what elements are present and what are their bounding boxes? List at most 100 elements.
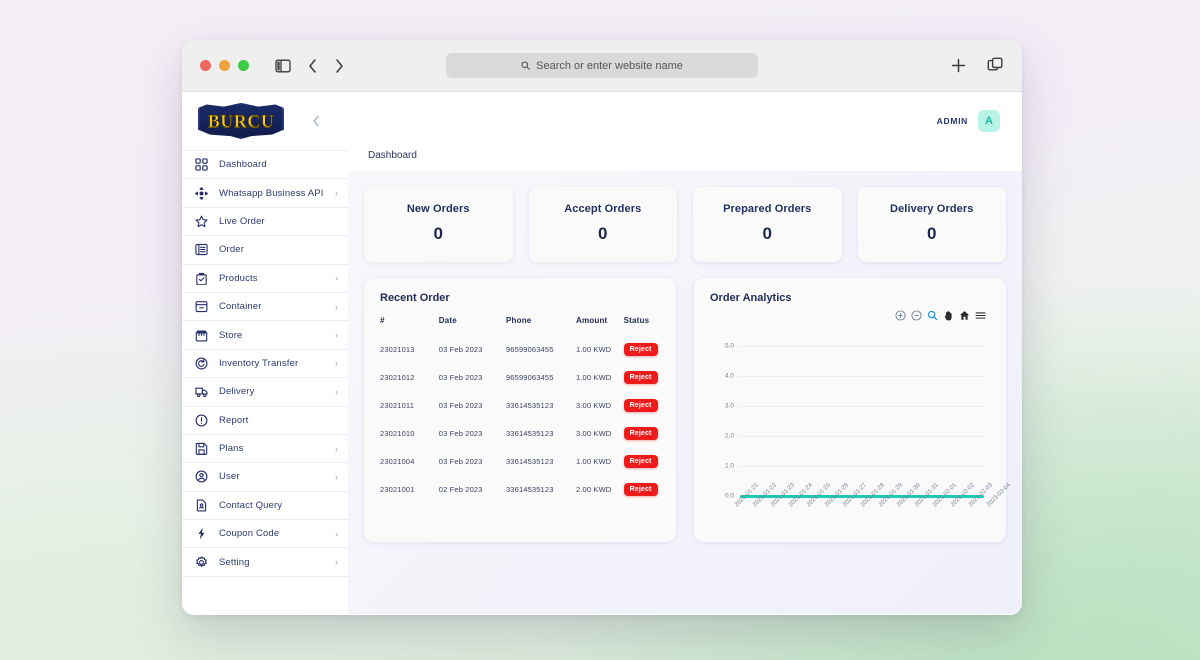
list-box-icon bbox=[194, 242, 209, 257]
sidebar-item-inventory-transfer[interactable]: Inventory Transfer › bbox=[182, 350, 348, 378]
cell-date: 03 Feb 2023 bbox=[439, 391, 506, 419]
refresh-circle-icon bbox=[194, 356, 209, 371]
table-row[interactable]: 23021011 03 Feb 2023 33614535123 3.00 KW… bbox=[380, 391, 660, 419]
stat-card-title: Prepared Orders bbox=[701, 203, 834, 215]
brand-header: BURCU bbox=[182, 92, 348, 150]
y-tick-label: 3.0 bbox=[710, 403, 734, 410]
store-icon bbox=[194, 328, 209, 343]
status-badge[interactable]: Reject bbox=[624, 343, 658, 356]
sidebar-item-contact-query[interactable]: Contact Query bbox=[182, 492, 348, 520]
sidebar-item-setting[interactable]: Setting › bbox=[182, 548, 348, 576]
sidebar-item-dashboard[interactable]: Dashboard bbox=[182, 151, 348, 179]
stat-card-title: New Orders bbox=[372, 203, 505, 215]
forward-button[interactable] bbox=[334, 58, 345, 74]
sidebar-collapse-button[interactable] bbox=[312, 115, 321, 127]
sidebar-item-live-order[interactable]: Live Order bbox=[182, 208, 348, 236]
cell-id: 23021012 bbox=[380, 363, 439, 391]
order-analytics-chart: 5.0 4.0 3.0 2.0 1.0 0.0 bbox=[710, 308, 990, 526]
sidebar-item-label: Products bbox=[219, 273, 325, 284]
y-tick-label: 2.0 bbox=[710, 433, 734, 440]
gear-icon bbox=[194, 555, 209, 570]
stat-card-prepared-orders[interactable]: Prepared Orders 0 bbox=[693, 187, 842, 262]
status-badge[interactable]: Reject bbox=[624, 371, 658, 384]
sidebar-icon[interactable] bbox=[275, 59, 291, 73]
chevron-right-icon: › bbox=[335, 444, 338, 454]
document-icon bbox=[194, 498, 209, 513]
cell-amount: 1.00 KWD bbox=[576, 447, 624, 475]
sidebar-item-user[interactable]: User › bbox=[182, 463, 348, 491]
back-button[interactable] bbox=[307, 58, 318, 74]
sidebar-item-label: Plans bbox=[219, 443, 325, 454]
zoom-out-icon[interactable] bbox=[911, 310, 922, 321]
stat-card-title: Accept Orders bbox=[537, 203, 670, 215]
column-header-date: Date bbox=[439, 316, 506, 335]
sidebar-item-container[interactable]: Container › bbox=[182, 293, 348, 321]
chevron-right-icon: › bbox=[335, 529, 338, 539]
cell-amount: 3.00 KWD bbox=[576, 419, 624, 447]
cell-id: 23021013 bbox=[380, 335, 439, 363]
column-header-id: # bbox=[380, 316, 439, 335]
table-row[interactable]: 23021004 03 Feb 2023 33614535123 1.00 KW… bbox=[380, 447, 660, 475]
window-traffic-lights bbox=[200, 60, 249, 71]
chevron-right-icon: › bbox=[335, 387, 338, 397]
sidebar-item-coupon-code[interactable]: Coupon Code › bbox=[182, 520, 348, 548]
admin-label: ADMIN bbox=[937, 116, 968, 126]
table-row[interactable]: 23021013 03 Feb 2023 96599063455 1.00 KW… bbox=[380, 335, 660, 363]
maximize-window-button[interactable] bbox=[238, 60, 249, 71]
status-badge[interactable]: Reject bbox=[624, 427, 658, 440]
zoom-in-icon[interactable] bbox=[895, 310, 906, 321]
stat-card-accept-orders[interactable]: Accept Orders 0 bbox=[529, 187, 678, 262]
chevron-right-icon: › bbox=[335, 557, 338, 567]
avatar[interactable]: A bbox=[978, 110, 1000, 132]
gridline bbox=[738, 406, 986, 407]
chevron-right-icon: › bbox=[335, 330, 338, 340]
stat-card-title: Delivery Orders bbox=[866, 203, 999, 215]
clipboard-check-icon bbox=[194, 271, 209, 286]
chart-plot-area[interactable]: 5.0 4.0 3.0 2.0 1.0 0.0 bbox=[710, 328, 986, 526]
table-row[interactable]: 23021001 02 Feb 2023 33614535123 2.00 KW… bbox=[380, 475, 660, 503]
status-badge[interactable]: Reject bbox=[624, 399, 658, 412]
status-badge[interactable]: Reject bbox=[624, 455, 658, 468]
cell-amount: 3.00 KWD bbox=[576, 391, 624, 419]
address-bar[interactable]: Search or enter website name bbox=[446, 53, 758, 78]
sidebar-item-label: Contact Query bbox=[219, 500, 328, 511]
close-window-button[interactable] bbox=[200, 60, 211, 71]
table-row[interactable]: 23021010 03 Feb 2023 33614535123 3.00 KW… bbox=[380, 419, 660, 447]
reset-home-icon[interactable] bbox=[959, 310, 970, 321]
table-row[interactable]: 23021012 03 Feb 2023 96599063455 1.00 KW… bbox=[380, 363, 660, 391]
column-header-phone: Phone bbox=[506, 316, 576, 335]
chart-toolbar bbox=[895, 310, 986, 321]
table-header-row: # Date Phone Amount Status bbox=[380, 316, 660, 335]
stat-card-new-orders[interactable]: New Orders 0 bbox=[364, 187, 513, 262]
stat-card-delivery-orders[interactable]: Delivery Orders 0 bbox=[858, 187, 1007, 262]
chevron-right-icon: › bbox=[335, 472, 338, 482]
sidebar-item-report[interactable]: Report bbox=[182, 407, 348, 435]
stat-card-value: 0 bbox=[866, 224, 999, 244]
recent-order-table: # Date Phone Amount Status 23021013 bbox=[380, 316, 660, 503]
selection-zoom-icon[interactable] bbox=[927, 310, 938, 321]
status-badge[interactable]: Reject bbox=[624, 483, 658, 496]
dashboard-panels: Recent Order # Date Phone Amount Status bbox=[364, 278, 1006, 542]
archive-icon bbox=[194, 299, 209, 314]
pan-icon[interactable] bbox=[943, 310, 954, 321]
menu-icon[interactable] bbox=[975, 310, 986, 321]
minimize-window-button[interactable] bbox=[219, 60, 230, 71]
plus-icon[interactable] bbox=[950, 57, 967, 74]
sidebar-item-store[interactable]: Store › bbox=[182, 321, 348, 349]
y-tick-label: 1.0 bbox=[710, 463, 734, 470]
sidebar-item-whatsapp-business-api[interactable]: Whatsapp Business API › bbox=[182, 179, 348, 207]
cell-phone: 33614535123 bbox=[506, 391, 576, 419]
gridline bbox=[738, 346, 986, 347]
sidebar-item-products[interactable]: Products › bbox=[182, 265, 348, 293]
column-header-status: Status bbox=[624, 316, 660, 335]
sidebar-item-delivery[interactable]: Delivery › bbox=[182, 378, 348, 406]
copy-icon[interactable] bbox=[987, 57, 1004, 74]
bolt-icon bbox=[194, 526, 209, 541]
sidebar-item-order[interactable]: Order bbox=[182, 236, 348, 264]
main-content: ADMIN A Dashboard New Orders 0 Accept Or… bbox=[348, 92, 1022, 615]
sidebar-item-plans[interactable]: Plans › bbox=[182, 435, 348, 463]
cell-date: 03 Feb 2023 bbox=[439, 335, 506, 363]
brand-logo[interactable]: BURCU bbox=[198, 103, 284, 139]
cell-id: 23021004 bbox=[380, 447, 439, 475]
chevron-right-icon: › bbox=[335, 358, 338, 368]
